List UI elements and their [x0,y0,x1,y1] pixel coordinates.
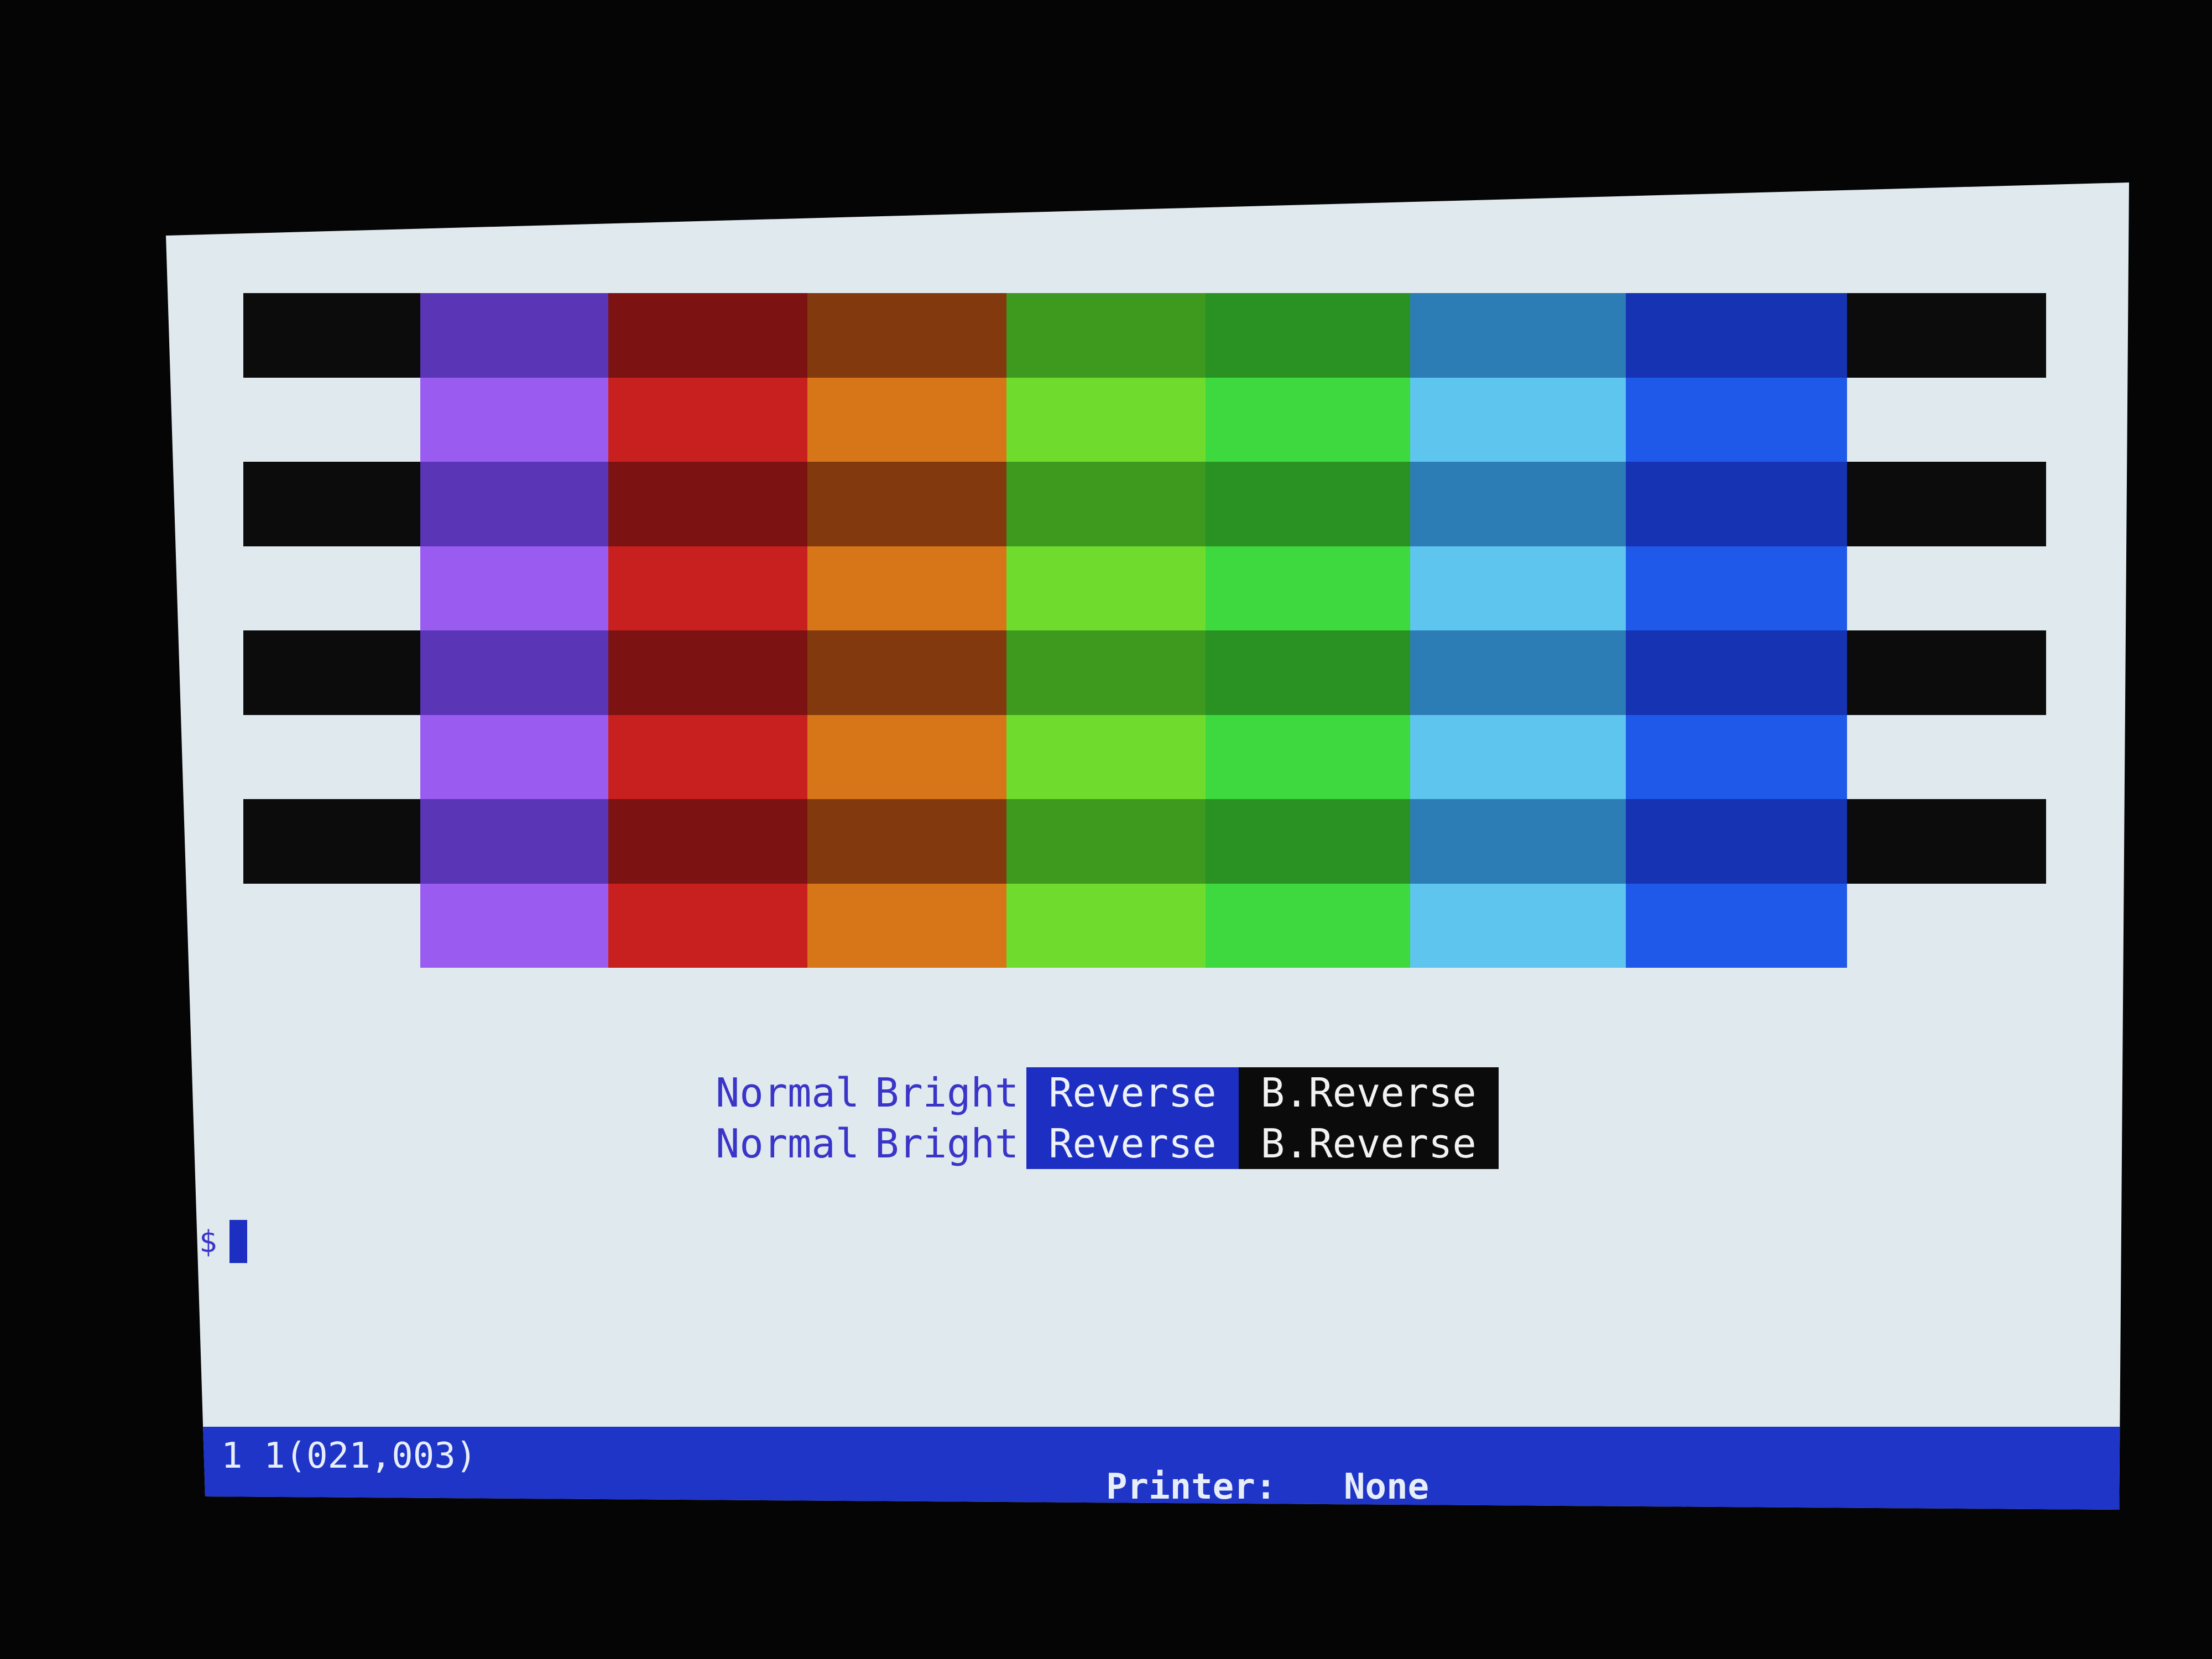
color-band-violet-dark [420,293,608,378]
color-band-red-light [608,546,807,630]
color-band-violet-dark [420,630,608,715]
color-band-green-light [1206,546,1410,630]
color-band-black-dark [243,799,420,884]
color-band-red-light [608,714,807,799]
color-band-red-dark [608,462,807,546]
color-band-yellow-green-dark [1006,630,1206,715]
color-band-red-light [608,377,807,462]
color-band-green-dark [1206,630,1410,715]
text-cursor [229,1220,247,1263]
color-band-black-right-dark [1847,462,2046,546]
color-band-cyan-light [1410,546,1626,630]
color-band-blue-dark [1626,462,1847,546]
color-band-cyan-light [1410,883,1626,968]
color-band-violet-dark [420,462,608,546]
reverse-label: Reverse [1026,1067,1239,1118]
color-band-black-dark [243,630,420,715]
color-band-red-dark [608,630,807,715]
color-band-yellow-green-light [1006,377,1206,462]
color-band-blue-dark [1626,293,1847,378]
cursor-position: 1 1(021,003) [221,1436,477,1477]
color-band-blue-dark [1626,630,1847,715]
prompt-symbol: $ [199,1224,217,1259]
color-band-red-dark [608,293,807,378]
color-band-brown-dark [807,293,1006,378]
color-band-cyan-dark [1410,462,1626,546]
color-band-yellow-green-light [1006,883,1206,968]
color-band-black-right-dark [1847,799,2046,884]
b-reverse-label: B.Reverse [1238,1067,1499,1118]
color-band-blue-dark [1626,799,1847,884]
color-band-brown-light [807,883,1006,968]
color-band-brown-light [807,377,1006,462]
color-band-brown-light [807,714,1006,799]
color-band-blue-light [1626,714,1847,799]
attribute-row-2: Normal Bright Reverse B.Reverse [708,1118,1499,1169]
printer-label: Printer: [1106,1467,1277,1507]
b-reverse-label: B.Reverse [1238,1118,1499,1169]
color-band-yellow-green-dark [1006,462,1206,546]
color-band-cyan-light [1410,714,1626,799]
color-band-violet-dark [420,799,608,884]
color-band-green-light [1206,377,1410,462]
color-band-cyan-dark [1410,799,1626,884]
color-band-blue-light [1626,883,1847,968]
color-band-yellow-green-dark [1006,799,1206,884]
color-band-yellow-green-dark [1006,293,1206,378]
color-band-red-light [608,883,807,968]
color-band-black-right-dark [1847,630,2046,715]
color-band-brown-dark [807,462,1006,546]
color-band-brown-dark [807,799,1006,884]
color-band-green-dark [1206,799,1410,884]
reverse-label: Reverse [1026,1118,1239,1169]
color-band-green-dark [1206,462,1410,546]
color-band-blue-light [1626,377,1847,462]
color-band-yellow-green-light [1006,714,1206,799]
command-prompt[interactable]: $ [199,1217,247,1266]
color-band-red-dark [608,799,807,884]
color-band-brown-light [807,546,1006,630]
printer-value: None [1344,1467,1430,1507]
color-band-green-light [1206,714,1410,799]
normal-label: Normal [716,1070,860,1116]
color-band-green-dark [1206,293,1410,378]
color-band-brown-dark [807,630,1006,715]
color-band-black-right-dark [1847,293,2046,378]
color-band-violet-light [420,546,608,630]
bright-label: Bright [875,1120,1019,1167]
color-test-pattern [166,182,2129,1510]
color-band-cyan-light [1410,377,1626,462]
color-band-violet-light [420,714,608,799]
color-band-blue-light [1626,546,1847,630]
color-band-black-dark [243,462,420,546]
color-band-black-dark [243,293,420,378]
color-band-yellow-green-light [1006,546,1206,630]
attribute-row-1: Normal Bright Reverse B.Reverse [708,1067,1499,1118]
color-band-cyan-dark [1410,630,1626,715]
color-band-violet-light [420,883,608,968]
normal-label: Normal [716,1120,860,1167]
color-band-cyan-dark [1410,293,1626,378]
terminal-screen: Normal Bright Reverse B.Reverse Normal B… [166,182,2129,1510]
bright-label: Bright [875,1070,1019,1116]
status-bar: 1 1(021,003) Printer: None [166,1427,2129,1510]
color-band-violet-light [420,377,608,462]
color-band-green-light [1206,883,1410,968]
